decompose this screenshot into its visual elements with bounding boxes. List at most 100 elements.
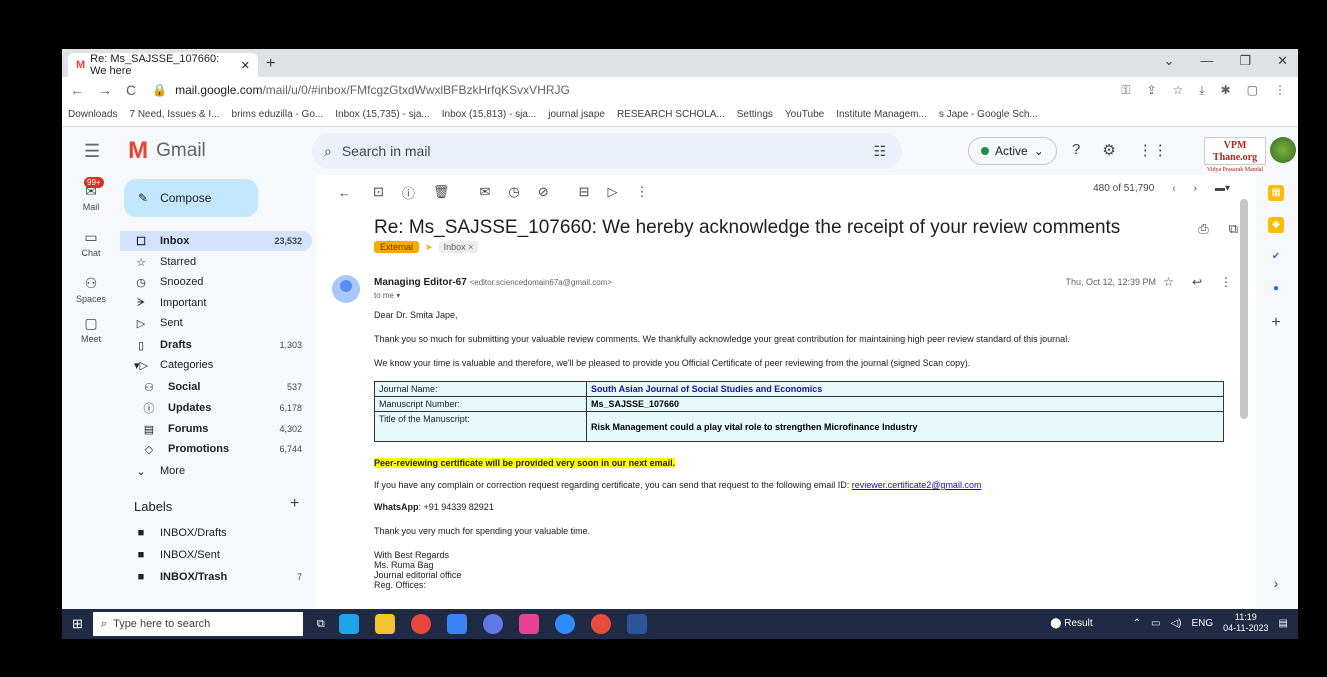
search-icon[interactable]: ⌕ [324,143,332,160]
status-dropdown[interactable]: Active ⌄ [968,137,1057,165]
bookmark-item[interactable]: Downloads [68,109,117,120]
rail-spaces[interactable]: ⚇ Spaces [62,275,120,304]
app-icon[interactable] [590,614,611,634]
sidebar-item-social[interactable]: ⚇ Social 537 [120,377,312,397]
close-window-icon[interactable]: ✕ [1277,53,1288,69]
result-widget[interactable]: ⬤ Result [1050,618,1092,629]
forward-icon[interactable]: → [98,82,112,98]
language-indicator[interactable]: ENG [1192,618,1214,629]
download-icon[interactable]: ⤓ [1199,83,1204,98]
bookmark-item[interactable]: YouTube [785,109,824,120]
calendar-icon[interactable]: ▦ [1268,185,1284,201]
search-bar[interactable]: ⌕ Search in mail ☷ [312,133,902,169]
importance-icon[interactable]: ➤ [425,242,433,253]
keyboard-icon[interactable]: ▬▾ [1215,183,1230,194]
sidebar-item-drafts[interactable]: ▯ Drafts 1,303 [120,335,312,355]
star-message-icon[interactable]: ☆ [1163,275,1174,289]
volume-icon[interactable]: ◁) [1170,618,1181,629]
photos-icon[interactable] [518,614,539,634]
inbox-chip[interactable]: Inbox × [438,241,479,253]
help-icon[interactable]: ? [1072,141,1080,159]
app-icon[interactable] [482,614,503,634]
label-item[interactable]: ■ INBOX/Trash 7 [120,567,312,587]
word-icon[interactable] [626,614,647,634]
print-icon[interactable]: ⎙ [1198,221,1208,237]
settings-gear-icon[interactable]: ⚙ [1102,141,1115,159]
extension-icon[interactable]: ✱ [1221,83,1231,98]
clock[interactable]: 11:19 04-11-2023 [1223,612,1268,634]
label-icon[interactable]: ▷ [608,184,618,200]
bookmark-item[interactable]: s Jape - Google Sch... [939,109,1038,120]
tray-chevron-icon[interactable]: ⌃ [1133,618,1141,629]
rail-meet[interactable]: ▢ Meet [62,315,120,344]
task-view-icon[interactable]: ⧉ [317,618,325,631]
app-icon[interactable] [446,614,467,634]
delete-icon[interactable]: 🗑 [433,184,450,200]
compose-button[interactable]: ✎ Compose [124,179,258,217]
sidebar-item-snoozed[interactable]: ◷ Snoozed [120,272,312,292]
sidebar-item-important[interactable]: ᗒ Important [120,293,312,313]
gmail-logo[interactable]: M Gmail [128,137,206,165]
minimize-icon[interactable]: — [1200,53,1213,69]
bookmark-item[interactable]: Settings [737,109,773,120]
reply-icon[interactable]: ↩ [1192,275,1202,289]
sidebar-item-inbox[interactable]: ☐ Inbox 23,532 [120,231,312,251]
bookmark-item[interactable]: Inbox (15,735) - sja... [335,109,430,120]
zoom-icon[interactable] [554,614,575,634]
star-icon[interactable]: ☆ [1173,83,1184,98]
message-more-icon[interactable]: ⋮ [1220,275,1232,289]
windows-start-icon[interactable]: ⊞ [72,616,83,632]
open-new-window-icon[interactable]: ⧉ [1229,221,1238,237]
sidebar-item-promotions[interactable]: ◇ Promotions 6,744 [120,439,312,459]
move-to-icon[interactable]: ⊟ [579,184,590,200]
account-avatar[interactable] [1270,137,1296,163]
scrollbar[interactable] [1240,199,1248,419]
prev-icon[interactable]: ‹ [1172,183,1175,194]
edge-icon[interactable] [338,614,359,634]
label-item[interactable]: ■ INBOX/Sent [120,545,312,565]
rail-mail[interactable]: ✉ 99+ Mail [62,177,120,212]
url-field[interactable]: 🔒 mail.google.com/mail/u/0/#inbox/FMfcgz… [152,83,570,97]
new-tab-icon[interactable]: + [266,55,275,73]
taskbar-search[interactable]: ⌕ Type here to search [92,612,303,636]
chrome-icon[interactable] [410,614,431,634]
bookmark-item[interactable]: 7 Need, Issues & I... [129,109,219,120]
archive-icon[interactable]: ⊡ [373,184,384,200]
restore-icon[interactable]: ❐ [1239,53,1251,69]
report-spam-icon[interactable]: ⓘ [402,183,415,202]
rail-chat[interactable]: ▭ Chat [62,229,120,258]
keep-icon[interactable]: ◆ [1268,217,1284,233]
add-task-icon[interactable]: ⊘ [538,184,549,200]
label-item[interactable]: ■ INBOX/Drafts [120,523,312,543]
mark-unread-icon[interactable]: ✉ [479,184,490,200]
chevron-down-icon[interactable]: ⌄ [1164,53,1175,69]
apps-grid-icon[interactable]: ⋮⋮ [1138,141,1168,159]
sidebar-item-categories[interactable]: ▾▷ Categories [120,355,312,375]
bookmark-item[interactable]: RESEARCH SCHOLA... [617,109,725,120]
sidepanel-icon[interactable]: ▢ [1247,83,1258,98]
contacts-icon[interactable]: ● [1268,281,1284,297]
close-tab-icon[interactable]: ✕ [241,59,250,72]
more-icon[interactable]: ⋮ [636,184,649,200]
bookmark-item[interactable]: Institute Managem... [836,109,927,120]
sidebar-item-sent[interactable]: ▷ Sent [120,313,312,333]
snooze-icon[interactable]: ◷ [508,184,519,200]
add-label-icon[interactable]: + [290,495,299,513]
bookmark-item[interactable]: Inbox (15,813) - sja... [442,109,537,120]
org-logo[interactable]: VPM Thane.org Vidya Prasarak Mandal [1204,137,1266,173]
sidebar-item-starred[interactable]: ☆ Starred [120,252,312,272]
bookmark-item[interactable]: journal jsape [548,109,605,120]
menu-dots-icon[interactable]: ⋮ [1274,83,1286,98]
main-menu-icon[interactable]: ☰ [84,141,100,162]
certificate-email-link[interactable]: reviewer.certificate2@gmail.com [852,480,982,490]
notifications-icon[interactable]: ▤ [1279,618,1288,629]
add-addon-icon[interactable]: + [1268,315,1284,331]
expand-panel-icon[interactable]: › [1268,575,1284,591]
back-to-inbox-icon[interactable]: ← [338,185,351,200]
sidebar-item-updates[interactable]: ⓘ Updates 6,178 [120,398,312,418]
key-icon[interactable]: ⚿ [1121,83,1130,98]
file-explorer-icon[interactable] [374,614,395,634]
reload-icon[interactable]: C [126,82,136,98]
network-icon[interactable]: ▭ [1151,618,1160,629]
recipients-toggle[interactable]: to me ▾ [374,291,400,300]
